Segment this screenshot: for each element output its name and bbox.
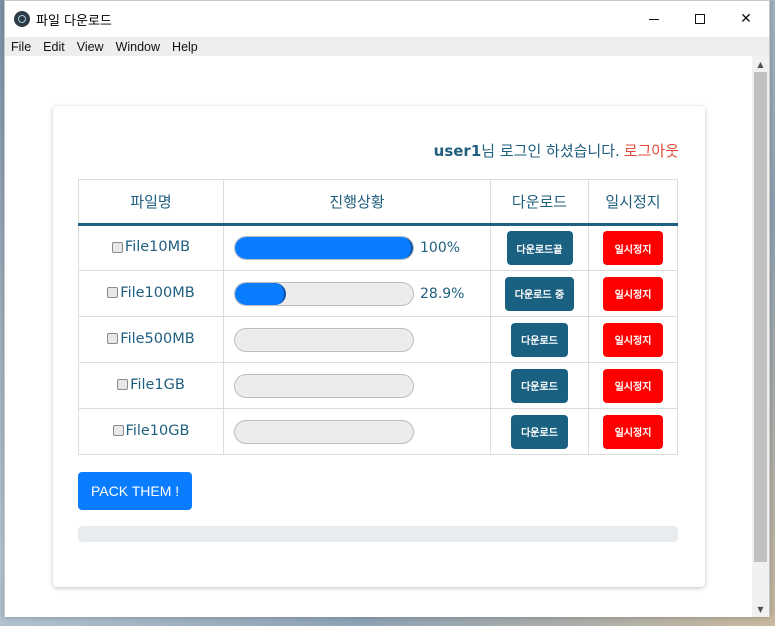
progress-bar <box>234 373 414 398</box>
file-checkbox[interactable] <box>112 425 124 437</box>
pause-button[interactable]: 일시정지 <box>603 231 663 265</box>
progress-bar <box>234 236 414 260</box>
maximize-icon <box>695 14 705 24</box>
file-name: File10GB <box>125 422 190 439</box>
username: user1 <box>433 142 482 160</box>
pause-button[interactable]: 일시정지 <box>603 322 663 357</box>
download-cell: 다운로드 <box>490 408 589 455</box>
menu-bar: File Edit View Window Help <box>5 37 769 56</box>
table-row: File100MB 28.9% 다운로드 중 일시정지 <box>78 270 678 317</box>
download-button[interactable]: 다운로드끝 <box>506 231 573 265</box>
pause-cell: 일시정지 <box>588 408 678 455</box>
progress-percent: 28.9% <box>420 285 465 302</box>
file-checkbox[interactable] <box>117 379 129 391</box>
download-card: user1님 로그인 하셨습니다. 로그아웃 파일명 진행상황 다운로드 일시정지… <box>53 106 705 587</box>
download-button[interactable]: 다운로드 <box>511 414 568 449</box>
pause-button[interactable]: 일시정지 <box>603 276 663 311</box>
file-checkbox[interactable] <box>111 241 123 253</box>
menu-view[interactable]: View <box>71 40 110 54</box>
close-icon: ✕ <box>740 11 752 27</box>
minimize-icon <box>649 18 659 20</box>
pack-them-button[interactable]: PACK THEM ! <box>78 472 193 510</box>
pause-cell: 일시정지 <box>588 316 678 363</box>
file-name-cell: File100MB <box>78 270 224 317</box>
download-cell: 다운로드 <box>490 316 589 363</box>
vertical-scrollbar[interactable]: ▲ ▼ <box>752 56 769 617</box>
download-cell: 다운로드 <box>490 362 589 409</box>
download-button[interactable]: 다운로드 중 <box>504 276 575 311</box>
table-header-row: 파일명 진행상황 다운로드 일시정지 <box>78 179 678 226</box>
file-name-cell: File10MB <box>78 224 224 271</box>
download-cell: 다운로드끝 <box>490 224 589 271</box>
pause-cell: 일시정지 <box>588 224 678 271</box>
app-icon <box>14 11 30 27</box>
pause-cell: 일시정지 <box>588 362 678 409</box>
download-cell: 다운로드 중 <box>490 270 589 317</box>
overall-progress-bar <box>78 526 678 542</box>
progress-fill <box>235 237 413 259</box>
download-button[interactable]: 다운로드 <box>511 368 568 403</box>
table-row: File1GB 다운로드 일시정지 <box>78 362 678 409</box>
header-filename: 파일명 <box>78 179 224 226</box>
progress-cell: 100% <box>223 224 491 271</box>
header-download: 다운로드 <box>490 179 589 226</box>
login-message: 님 로그인 하셨습니다. <box>481 142 620 160</box>
file-name: File10MB <box>124 239 191 256</box>
progress-cell <box>223 316 491 363</box>
menu-window[interactable]: Window <box>110 40 166 54</box>
scroll-up-arrow-icon[interactable]: ▲ <box>752 56 769 72</box>
table-row: File10MB 100% 다운로드끝 일시정지 <box>78 224 678 271</box>
file-table: 파일명 진행상황 다운로드 일시정지 File10MB 100% 다운로드끝 일… <box>78 179 678 455</box>
scroll-thumb[interactable] <box>754 72 767 562</box>
logout-link[interactable]: 로그아웃 <box>624 142 679 160</box>
table-row: File10GB 다운로드 일시정지 <box>78 408 678 455</box>
progress-bar <box>234 327 414 352</box>
progress-percent: 100% <box>420 240 461 256</box>
maximize-button[interactable] <box>677 1 723 37</box>
file-checkbox[interactable] <box>107 287 119 299</box>
file-name-cell: File500MB <box>78 316 224 363</box>
header-pause: 일시정지 <box>588 179 678 226</box>
window-title: 파일 다운로드 <box>36 13 112 29</box>
table-row: File500MB 다운로드 일시정지 <box>78 316 678 363</box>
file-checkbox[interactable] <box>107 333 119 345</box>
menu-edit[interactable]: Edit <box>37 40 71 54</box>
pause-button[interactable]: 일시정지 <box>603 414 663 449</box>
menu-file[interactable]: File <box>5 40 37 54</box>
title-bar: 파일 다운로드 ✕ <box>5 1 769 37</box>
progress-bar <box>234 281 414 306</box>
file-name: File100MB <box>120 284 195 301</box>
progress-bar <box>234 419 414 444</box>
download-button[interactable]: 다운로드 <box>511 322 568 357</box>
pause-button[interactable]: 일시정지 <box>603 368 663 403</box>
content-area: user1님 로그인 하셨습니다. 로그아웃 파일명 진행상황 다운로드 일시정지… <box>5 56 753 617</box>
login-status: user1님 로그인 하셨습니다. 로그아웃 <box>434 140 679 161</box>
header-progress: 진행상황 <box>223 179 491 226</box>
app-window: 파일 다운로드 ✕ File Edit View Window Help use… <box>4 0 770 617</box>
file-name-cell: File1GB <box>78 362 224 409</box>
progress-cell <box>223 362 491 409</box>
file-name: File1GB <box>130 376 185 393</box>
close-button[interactable]: ✕ <box>723 1 769 37</box>
file-name-cell: File10GB <box>78 408 224 455</box>
minimize-button[interactable] <box>631 1 677 37</box>
file-name: File500MB <box>120 330 195 347</box>
progress-cell: 28.9% <box>223 270 491 317</box>
window-controls: ✕ <box>631 1 769 37</box>
scroll-down-arrow-icon[interactable]: ▼ <box>752 601 769 617</box>
pause-cell: 일시정지 <box>588 270 678 317</box>
menu-help[interactable]: Help <box>166 40 204 54</box>
progress-fill <box>235 282 287 305</box>
progress-cell <box>223 408 491 455</box>
